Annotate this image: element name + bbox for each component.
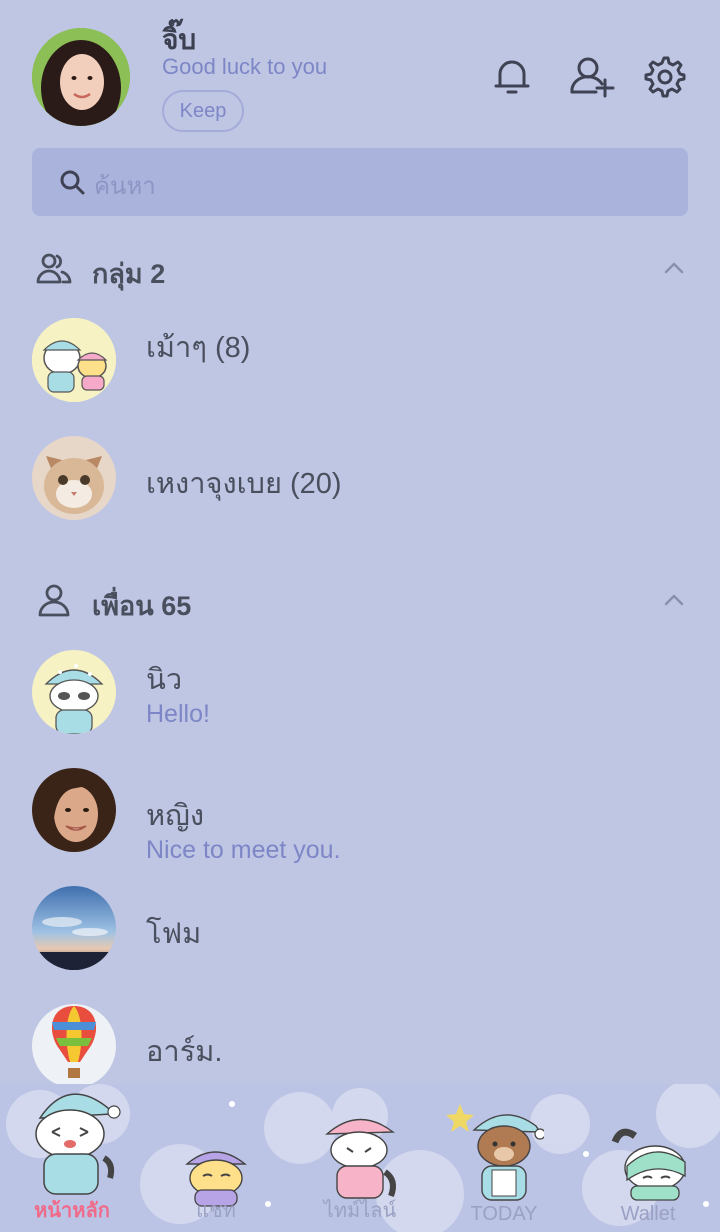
friend-avatar: [32, 886, 116, 970]
add-friend-icon[interactable]: [568, 54, 615, 98]
tab-home[interactable]: หน้าหลัก: [0, 1084, 144, 1232]
friend-name: หญิง: [146, 800, 204, 832]
friend-row[interactable]: หญิง Nice to meet you.: [0, 768, 720, 888]
home-mascot-icon: [35, 1093, 121, 1195]
tab-label: แชท: [196, 1200, 236, 1222]
wallet-mascot-icon: [611, 1128, 686, 1201]
group-avatar: [32, 318, 116, 402]
tab-timeline[interactable]: ไทม์ไลน์: [288, 1084, 432, 1232]
group-avatar: [32, 436, 116, 520]
tab-label: TODAY: [470, 1203, 538, 1225]
chevron-up-icon[interactable]: [660, 256, 688, 280]
bottom-navigation: หน้าหลัก แชท ไทม์ไลน์ TODAY Wallet: [0, 1084, 720, 1232]
tab-label: Wallet: [620, 1203, 676, 1225]
friend-icon: [36, 582, 72, 618]
tab-chats[interactable]: แชท: [144, 1084, 288, 1232]
search-placeholder: ค้นหา: [94, 173, 156, 200]
friend-name: อาร์ม.: [146, 1036, 223, 1068]
search-icon: [58, 168, 86, 196]
timeline-mascot-icon: [325, 1118, 396, 1199]
group-row[interactable]: เหงาจุงเบย (20): [0, 436, 720, 556]
friend-row[interactable]: นิว Hello!: [0, 650, 720, 770]
profile-status-message[interactable]: Good luck to you: [162, 54, 327, 80]
groups-title: กลุ่ม 2: [92, 259, 166, 289]
profile-header: จิ๊บ Good luck to you Keep: [0, 0, 720, 140]
today-mascot-icon: [472, 1114, 544, 1201]
bell-icon[interactable]: [490, 54, 534, 98]
tab-label: หน้าหลัก: [34, 1200, 110, 1222]
keep-button[interactable]: Keep: [162, 90, 244, 132]
friend-avatar: [32, 768, 116, 852]
chevron-up-icon[interactable]: [660, 588, 688, 612]
tab-today[interactable]: TODAY: [432, 1084, 576, 1232]
friend-status-message: Hello!: [146, 700, 210, 728]
tab-label: ไทม์ไลน์: [323, 1200, 397, 1222]
friend-name: โฟม: [146, 918, 202, 950]
groups-section-header[interactable]: กลุ่ม 2: [0, 242, 720, 292]
group-name: เหงาจุงเบย (20): [146, 468, 342, 500]
group-row[interactable]: เม้าๆ (8): [0, 318, 720, 438]
group-name: เม้าๆ (8): [146, 332, 251, 364]
tab-wallet[interactable]: Wallet: [576, 1084, 720, 1232]
friends-section-header[interactable]: เพื่อน 65: [0, 574, 720, 624]
friend-avatar: [32, 650, 116, 734]
friend-avatar: [32, 1004, 116, 1088]
settings-icon[interactable]: [642, 54, 686, 98]
friend-row[interactable]: โฟม: [0, 886, 720, 1006]
friend-status-message: Nice to meet you.: [146, 836, 341, 864]
search-bar[interactable]: ค้นหา: [32, 148, 688, 216]
group-icon: [36, 250, 72, 286]
friends-title: เพื่อน 65: [92, 591, 192, 621]
friend-name: นิว: [146, 664, 183, 696]
profile-avatar[interactable]: [32, 28, 130, 126]
